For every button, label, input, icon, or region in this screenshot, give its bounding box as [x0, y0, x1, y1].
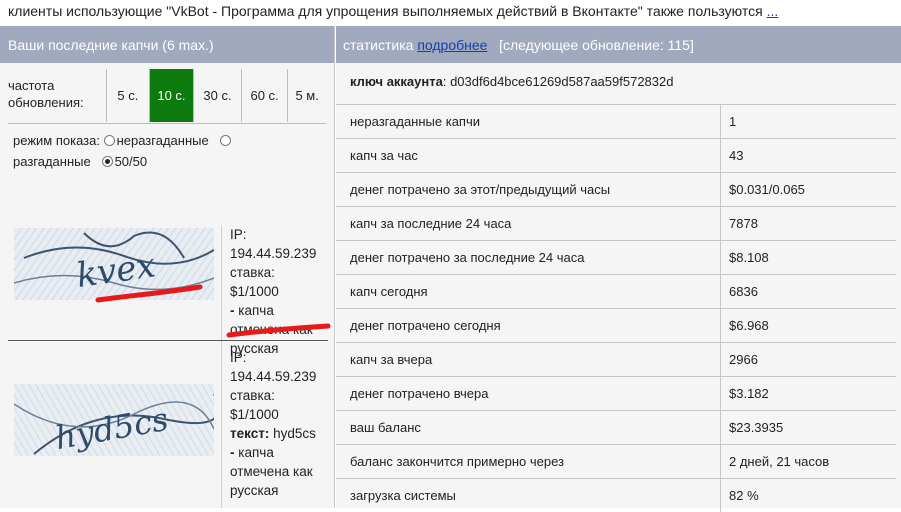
account-key-value: d03df6d4bce61269d587aa59f572832d [450, 74, 674, 89]
text-value: hyd5cs [273, 426, 316, 441]
stat-value: 7878 [729, 216, 758, 231]
table-row: денег потрачено вчера $3.182 [336, 376, 896, 410]
display-mode-label: режим показа: [13, 133, 100, 148]
red-underline-1 [95, 284, 203, 303]
statistics-title: статистика [343, 37, 414, 53]
display-mode-selector: режим показа: неразгаданные разгаданные … [13, 130, 328, 172]
stat-name: капч за час [336, 139, 721, 172]
rate-label: ставка: [230, 388, 275, 403]
stat-name: капч за последние 24 часа [336, 207, 721, 240]
next-update-countdown: [следующее обновление: 115] [499, 37, 694, 53]
stat-value: $3.182 [729, 386, 769, 401]
rate-value: $1/1000 [230, 284, 279, 299]
captcha-image-2: hyd5cs [14, 384, 214, 456]
table-row: денег потрачено за последние 24 часа $8.… [336, 240, 896, 274]
statistics-header: статистика подробнее [следующее обновлен… [336, 26, 901, 63]
captcha-note: капча отмечена как русская [230, 445, 313, 498]
freq-option-10s[interactable]: 10 с. [149, 69, 195, 122]
table-row: денег потрачено за этот/предыдущий часы … [336, 172, 896, 206]
ip-value: 194.44.59.239 [230, 369, 317, 384]
stat-value: 2966 [729, 352, 758, 367]
top-info-text: клиенты использующие "VkBot - Программа … [8, 3, 763, 19]
top-info-line: клиенты использующие "VkBot - Программа … [0, 0, 901, 26]
table-row: капч сегодня 6836 [336, 274, 896, 308]
stat-name: капч за вчера [336, 343, 721, 376]
stat-name: баланс закончится примерно через [336, 445, 721, 478]
stat-value: 82 % [729, 488, 759, 503]
account-key-row: ключ аккаунта: d03df6d4bce61269d587aa59f… [350, 74, 674, 89]
rate-value: $1/1000 [230, 407, 279, 422]
radio-5050[interactable] [101, 156, 113, 167]
stat-name: неразгаданные капчи [336, 105, 721, 138]
details-link[interactable]: подробнее [417, 37, 487, 53]
table-row: капч за вчера 2966 [336, 342, 896, 376]
radio-unsolved-label: неразгаданные [116, 133, 209, 148]
table-row: капч за последние 24 часа 7878 [336, 206, 896, 240]
freq-option-30s[interactable]: 30 с. [194, 69, 242, 122]
captcha-info-1: IP: 194.44.59.239 ставка: $1/1000 - капч… [221, 225, 329, 368]
rate-label: ставка: [230, 265, 275, 280]
note-dash: - [230, 303, 235, 318]
table-row: капч за час 43 [336, 138, 896, 172]
radio-solved-label: разгаданные [13, 154, 91, 169]
stat-value: 2 дней, 21 часов [729, 454, 830, 469]
text-label: текст: [230, 426, 270, 441]
statistics-panel: статистика подробнее [следующее обновлен… [336, 26, 901, 512]
note-dash: - [230, 445, 235, 460]
stat-name: капч сегодня [336, 275, 721, 308]
stat-value: $23.3935 [729, 420, 784, 435]
red-underline-2 [226, 323, 331, 338]
stat-name: денег потрачено за этот/предыдущий часы [336, 173, 721, 206]
stat-value: $0.031/0.065 [729, 182, 805, 197]
recent-captchas-panel: Ваши последние капчи (6 max.) частота об… [0, 26, 335, 508]
ip-label: IP: [230, 227, 247, 242]
stat-value: 6836 [729, 284, 758, 299]
stat-value: 1 [729, 114, 737, 129]
table-row: неразгаданные капчи 1 [336, 104, 896, 138]
freq-option-5s[interactable]: 5 с. [107, 69, 150, 122]
captcha-info-2: IP: 194.44.59.239 ставка: $1/1000 текст:… [221, 348, 329, 508]
divider [8, 123, 326, 124]
table-row: баланс закончится примерно через 2 дней,… [336, 444, 896, 478]
freq-option-60s[interactable]: 60 с. [242, 69, 289, 122]
table-row: ваш баланс $23.3935 [336, 410, 896, 444]
refresh-frequency-selector: частота обновления: 5 с. 10 с. 30 с. 60 … [8, 69, 326, 122]
table-row: загрузка системы 82 % [336, 478, 896, 512]
radio-unsolved[interactable] [103, 135, 115, 146]
ip-value: 194.44.59.239 [230, 246, 317, 261]
radio-solved[interactable] [219, 135, 231, 146]
stat-name: загрузка системы [336, 479, 721, 512]
stat-name: денег потрачено за последние 24 часа [336, 241, 721, 274]
stat-value: 43 [729, 148, 744, 163]
stat-name: денег потрачено вчера [336, 377, 721, 410]
recent-captchas-header: Ваши последние капчи (6 max.) [0, 26, 334, 63]
stat-name: ваш баланс [336, 411, 721, 444]
refresh-frequency-label: частота обновления: [8, 69, 108, 122]
ip-label: IP: [230, 350, 247, 365]
freq-option-5m[interactable]: 5 м. [288, 69, 326, 122]
table-row: денег потрачено сегодня $6.968 [336, 308, 896, 342]
account-key-label: ключ аккаунта [350, 74, 443, 89]
statistics-table: неразгаданные капчи 1 капч за час 43 ден… [336, 104, 896, 512]
radio-5050-label: 50/50 [114, 154, 148, 169]
stat-name: денег потрачено сегодня [336, 309, 721, 342]
top-more-link[interactable]: ... [767, 3, 779, 19]
stat-value: $6.968 [729, 318, 769, 333]
stat-value: $8.108 [729, 250, 769, 265]
